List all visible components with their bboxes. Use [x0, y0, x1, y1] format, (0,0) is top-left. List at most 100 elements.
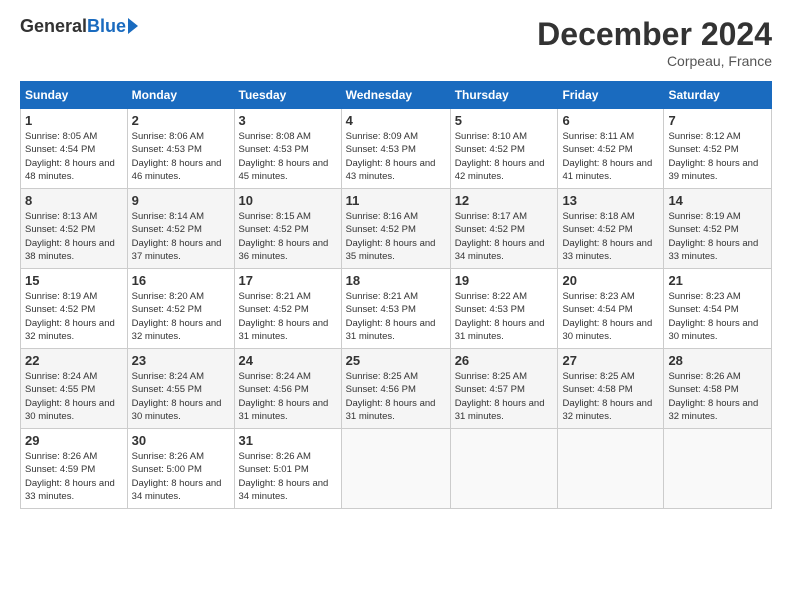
col-monday: Monday: [127, 82, 234, 109]
logo-arrow-icon: [128, 18, 138, 34]
day-info: Sunrise: 8:11 AMSunset: 4:52 PMDaylight:…: [562, 131, 652, 182]
table-row: [450, 429, 558, 509]
calendar-header-row: Sunday Monday Tuesday Wednesday Thursday…: [21, 82, 772, 109]
day-info: Sunrise: 8:19 AMSunset: 4:52 PMDaylight:…: [25, 291, 115, 342]
day-info: Sunrise: 8:15 AMSunset: 4:52 PMDaylight:…: [239, 211, 329, 262]
table-row: 22 Sunrise: 8:24 AMSunset: 4:55 PMDaylig…: [21, 349, 128, 429]
day-info: Sunrise: 8:26 AMSunset: 5:01 PMDaylight:…: [239, 451, 329, 502]
day-info: Sunrise: 8:25 AMSunset: 4:56 PMDaylight:…: [346, 371, 436, 422]
table-row: 25 Sunrise: 8:25 AMSunset: 4:56 PMDaylig…: [341, 349, 450, 429]
day-number: 8: [25, 193, 123, 208]
day-info: Sunrise: 8:19 AMSunset: 4:52 PMDaylight:…: [668, 211, 758, 262]
col-thursday: Thursday: [450, 82, 558, 109]
day-info: Sunrise: 8:20 AMSunset: 4:52 PMDaylight:…: [132, 291, 222, 342]
day-info: Sunrise: 8:25 AMSunset: 4:57 PMDaylight:…: [455, 371, 545, 422]
title-area: December 2024 Corpeau, France: [537, 16, 772, 69]
day-info: Sunrise: 8:26 AMSunset: 4:59 PMDaylight:…: [25, 451, 115, 502]
day-number: 2: [132, 113, 230, 128]
col-tuesday: Tuesday: [234, 82, 341, 109]
day-info: Sunrise: 8:09 AMSunset: 4:53 PMDaylight:…: [346, 131, 436, 182]
table-row: 7 Sunrise: 8:12 AMSunset: 4:52 PMDayligh…: [664, 109, 772, 189]
day-info: Sunrise: 8:26 AMSunset: 5:00 PMDaylight:…: [132, 451, 222, 502]
table-row: 28 Sunrise: 8:26 AMSunset: 4:58 PMDaylig…: [664, 349, 772, 429]
table-row: 12 Sunrise: 8:17 AMSunset: 4:52 PMDaylig…: [450, 189, 558, 269]
calendar-week-row: 22 Sunrise: 8:24 AMSunset: 4:55 PMDaylig…: [21, 349, 772, 429]
page-container: General Blue December 2024 Corpeau, Fran…: [0, 0, 792, 521]
day-info: Sunrise: 8:18 AMSunset: 4:52 PMDaylight:…: [562, 211, 652, 262]
day-number: 13: [562, 193, 659, 208]
day-info: Sunrise: 8:24 AMSunset: 4:56 PMDaylight:…: [239, 371, 329, 422]
col-sunday: Sunday: [21, 82, 128, 109]
table-row: 19 Sunrise: 8:22 AMSunset: 4:53 PMDaylig…: [450, 269, 558, 349]
day-number: 4: [346, 113, 446, 128]
table-row: 10 Sunrise: 8:15 AMSunset: 4:52 PMDaylig…: [234, 189, 341, 269]
day-info: Sunrise: 8:10 AMSunset: 4:52 PMDaylight:…: [455, 131, 545, 182]
table-row: 16 Sunrise: 8:20 AMSunset: 4:52 PMDaylig…: [127, 269, 234, 349]
calendar-week-row: 8 Sunrise: 8:13 AMSunset: 4:52 PMDayligh…: [21, 189, 772, 269]
table-row: 2 Sunrise: 8:06 AMSunset: 4:53 PMDayligh…: [127, 109, 234, 189]
table-row: 29 Sunrise: 8:26 AMSunset: 4:59 PMDaylig…: [21, 429, 128, 509]
table-row: 15 Sunrise: 8:19 AMSunset: 4:52 PMDaylig…: [21, 269, 128, 349]
day-number: 12: [455, 193, 554, 208]
col-saturday: Saturday: [664, 82, 772, 109]
day-number: 16: [132, 273, 230, 288]
day-info: Sunrise: 8:24 AMSunset: 4:55 PMDaylight:…: [132, 371, 222, 422]
day-info: Sunrise: 8:26 AMSunset: 4:58 PMDaylight:…: [668, 371, 758, 422]
day-number: 29: [25, 433, 123, 448]
table-row: 13 Sunrise: 8:18 AMSunset: 4:52 PMDaylig…: [558, 189, 664, 269]
day-info: Sunrise: 8:23 AMSunset: 4:54 PMDaylight:…: [562, 291, 652, 342]
table-row: 20 Sunrise: 8:23 AMSunset: 4:54 PMDaylig…: [558, 269, 664, 349]
day-info: Sunrise: 8:14 AMSunset: 4:52 PMDaylight:…: [132, 211, 222, 262]
day-number: 27: [562, 353, 659, 368]
table-row: 14 Sunrise: 8:19 AMSunset: 4:52 PMDaylig…: [664, 189, 772, 269]
day-info: Sunrise: 8:05 AMSunset: 4:54 PMDaylight:…: [25, 131, 115, 182]
table-row: 1 Sunrise: 8:05 AMSunset: 4:54 PMDayligh…: [21, 109, 128, 189]
day-info: Sunrise: 8:21 AMSunset: 4:52 PMDaylight:…: [239, 291, 329, 342]
location-text: Corpeau, France: [537, 53, 772, 69]
table-row: [558, 429, 664, 509]
table-row: 4 Sunrise: 8:09 AMSunset: 4:53 PMDayligh…: [341, 109, 450, 189]
day-info: Sunrise: 8:16 AMSunset: 4:52 PMDaylight:…: [346, 211, 436, 262]
day-number: 3: [239, 113, 337, 128]
day-number: 14: [668, 193, 767, 208]
day-info: Sunrise: 8:17 AMSunset: 4:52 PMDaylight:…: [455, 211, 545, 262]
day-number: 10: [239, 193, 337, 208]
table-row: [664, 429, 772, 509]
day-number: 21: [668, 273, 767, 288]
logo: General Blue: [20, 16, 138, 37]
day-info: Sunrise: 8:23 AMSunset: 4:54 PMDaylight:…: [668, 291, 758, 342]
day-number: 6: [562, 113, 659, 128]
calendar-week-row: 15 Sunrise: 8:19 AMSunset: 4:52 PMDaylig…: [21, 269, 772, 349]
table-row: 24 Sunrise: 8:24 AMSunset: 4:56 PMDaylig…: [234, 349, 341, 429]
day-number: 22: [25, 353, 123, 368]
table-row: 3 Sunrise: 8:08 AMSunset: 4:53 PMDayligh…: [234, 109, 341, 189]
day-info: Sunrise: 8:06 AMSunset: 4:53 PMDaylight:…: [132, 131, 222, 182]
day-number: 19: [455, 273, 554, 288]
table-row: 5 Sunrise: 8:10 AMSunset: 4:52 PMDayligh…: [450, 109, 558, 189]
day-info: Sunrise: 8:22 AMSunset: 4:53 PMDaylight:…: [455, 291, 545, 342]
day-number: 24: [239, 353, 337, 368]
day-number: 17: [239, 273, 337, 288]
day-number: 23: [132, 353, 230, 368]
calendar-table: Sunday Monday Tuesday Wednesday Thursday…: [20, 81, 772, 509]
table-row: 27 Sunrise: 8:25 AMSunset: 4:58 PMDaylig…: [558, 349, 664, 429]
calendar-week-row: 29 Sunrise: 8:26 AMSunset: 4:59 PMDaylig…: [21, 429, 772, 509]
table-row: 23 Sunrise: 8:24 AMSunset: 4:55 PMDaylig…: [127, 349, 234, 429]
table-row: 17 Sunrise: 8:21 AMSunset: 4:52 PMDaylig…: [234, 269, 341, 349]
logo-general-text: General: [20, 16, 87, 37]
day-info: Sunrise: 8:24 AMSunset: 4:55 PMDaylight:…: [25, 371, 115, 422]
table-row: 26 Sunrise: 8:25 AMSunset: 4:57 PMDaylig…: [450, 349, 558, 429]
table-row: 11 Sunrise: 8:16 AMSunset: 4:52 PMDaylig…: [341, 189, 450, 269]
table-row: 18 Sunrise: 8:21 AMSunset: 4:53 PMDaylig…: [341, 269, 450, 349]
table-row: 6 Sunrise: 8:11 AMSunset: 4:52 PMDayligh…: [558, 109, 664, 189]
day-info: Sunrise: 8:13 AMSunset: 4:52 PMDaylight:…: [25, 211, 115, 262]
day-number: 18: [346, 273, 446, 288]
month-title: December 2024: [537, 16, 772, 53]
table-row: 30 Sunrise: 8:26 AMSunset: 5:00 PMDaylig…: [127, 429, 234, 509]
day-info: Sunrise: 8:21 AMSunset: 4:53 PMDaylight:…: [346, 291, 436, 342]
day-number: 5: [455, 113, 554, 128]
day-number: 20: [562, 273, 659, 288]
table-row: 31 Sunrise: 8:26 AMSunset: 5:01 PMDaylig…: [234, 429, 341, 509]
col-wednesday: Wednesday: [341, 82, 450, 109]
day-number: 31: [239, 433, 337, 448]
